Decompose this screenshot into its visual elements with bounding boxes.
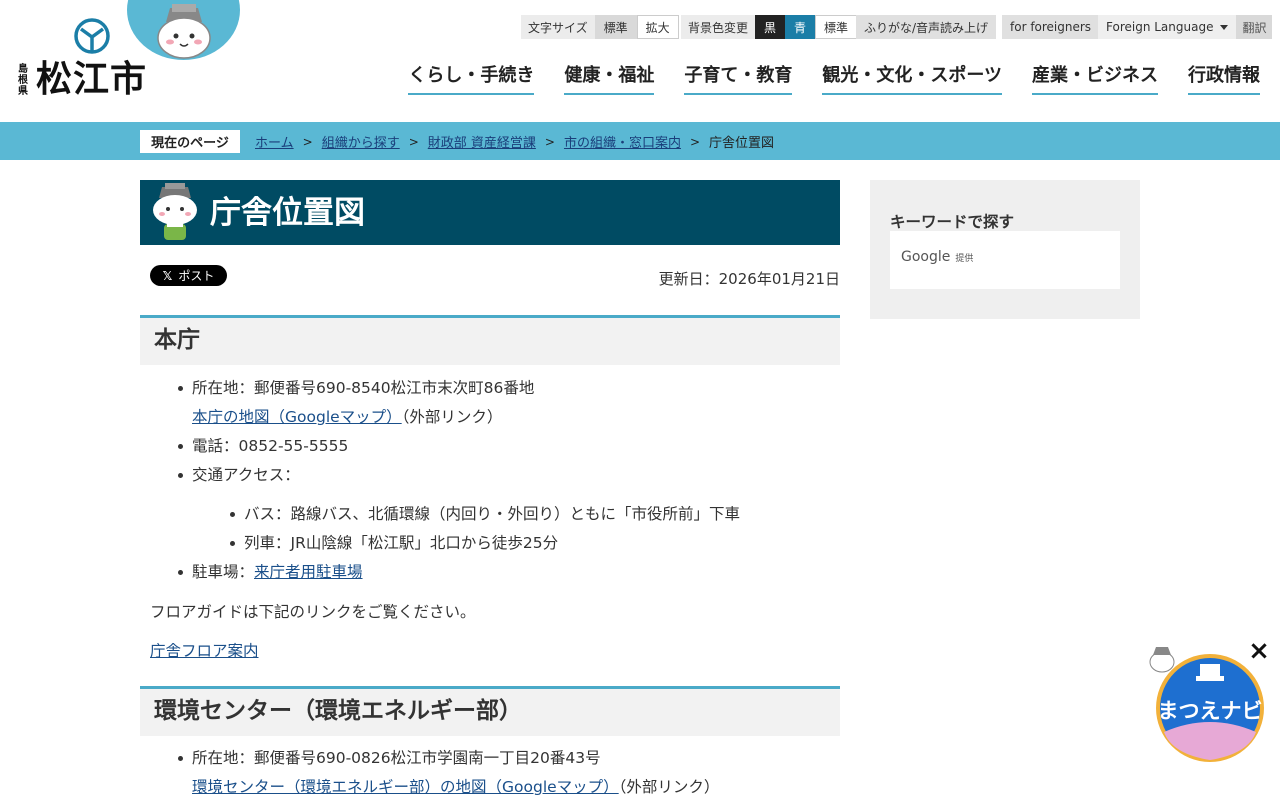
translate-label: 翻訳: [1236, 15, 1273, 39]
environment-center-info-list: 所在地：郵便番号690-0826松江市学園南一丁目20番43号 環境センター（環…: [177, 744, 720, 800]
section-heading-environment-center: 環境センター（環境エネルギー部）: [140, 686, 840, 736]
foreigners-button[interactable]: for foreigners: [1002, 15, 1100, 39]
foreign-language-text: Foreign Language: [1106, 20, 1214, 34]
bg-color-black[interactable]: 黒: [755, 15, 786, 39]
x-post-button[interactable]: 𝕏 ポスト: [150, 265, 227, 286]
nav-item-administration[interactable]: 行政情報: [1188, 64, 1260, 95]
x-post-label: ポスト: [178, 269, 215, 283]
parking-link[interactable]: 来庁者用駐車場: [254, 563, 363, 581]
breadcrumb-department[interactable]: 財政部 資産経営課: [428, 132, 536, 151]
list-item: 所在地：郵便番号690-0826松江市学園南一丁目20番43号 環境センター（環…: [177, 744, 720, 800]
matsue-navi-button[interactable]: まつえナビ: [1144, 642, 1274, 772]
site-header: 島根県 松江市 文字サイズ 標準 拡大 背景色変更 黒 青 標準 ふりがな/音声…: [0, 0, 1280, 122]
furigana-button[interactable]: ふりがな/音声読み上げ: [856, 15, 997, 39]
updated-date: 更新日：2026年01月21日: [658, 270, 840, 288]
main-office-info-list: 所在地：郵便番号690-8540松江市末次町86番地 本庁の地図（Googleマ…: [177, 374, 740, 587]
text-size-control: 文字サイズ 標準 拡大: [521, 15, 679, 39]
nav-item-living[interactable]: くらし・手続き: [408, 64, 535, 95]
environment-center-address: 所在地：郵便番号690-0826松江市学園南一丁目20番43号: [192, 749, 601, 767]
breadcrumb: 現在のページ ホーム > 組織から探す > 財政部 資産経営課 > 市の組織・窓…: [0, 122, 1280, 160]
google-branding: Google 提供: [901, 249, 973, 265]
bg-color-control: 背景色変更 黒 青 標準: [681, 15, 858, 39]
breadcrumb-offices[interactable]: 市の組織・窓口案内: [564, 132, 681, 151]
prefecture-label: 島根県: [18, 64, 28, 97]
main-office-phone: 電話：0852-55-5555: [192, 437, 349, 455]
global-nav: くらし・手続き 健康・福祉 子育て・教育 観光・文化・スポーツ 産業・ビジネス …: [378, 64, 1260, 95]
matsue-navi-label: まつえナビ: [1158, 699, 1263, 723]
breadcrumb-current-label: 現在のページ: [140, 130, 240, 153]
list-item: バス：路線バス、北循環線（内回り・外回り）ともに「市役所前」下車: [229, 500, 740, 529]
furigana-button-wrap: ふりがな/音声読み上げ: [856, 15, 997, 39]
text-size-label: 文字サイズ: [521, 15, 595, 39]
breadcrumb-current-page: 庁舎位置図: [709, 136, 775, 151]
bg-color-standard[interactable]: 標準: [815, 15, 858, 39]
keyword-search-title: キーワードで探す: [890, 213, 1015, 231]
keyword-search-panel: キーワードで探す Google 提供: [870, 180, 1140, 319]
city-crest-icon: [74, 18, 110, 54]
list-item: 駐車場：来庁者用駐車場: [177, 558, 740, 587]
page-title-bar: 庁舎位置図: [140, 180, 840, 245]
foreign-language-select[interactable]: Foreign Language 翻訳: [1098, 15, 1273, 39]
matsue-navi-badge-icon: まつえナビ: [1149, 647, 1264, 762]
chevron-right-icon: >: [544, 134, 555, 149]
city-name: 松江市: [36, 59, 148, 100]
external-link-note: （外部リンク）: [401, 408, 503, 426]
section-heading-main-office: 本庁: [140, 315, 840, 365]
text-size-standard[interactable]: 標準: [594, 15, 637, 39]
search-input[interactable]: Google 提供: [890, 231, 1120, 289]
access-list: バス：路線バス、北循環線（内回り・外回り）ともに「市役所前」下車 列車：JR山陰…: [229, 500, 740, 558]
page-title: 庁舎位置図: [210, 195, 365, 231]
mascot-icon: [157, 4, 211, 59]
access-label: 交通アクセス：: [192, 466, 300, 484]
floor-guide-link[interactable]: 庁舎フロア案内: [150, 642, 259, 660]
main-content: 庁舎位置図 𝕏 ポスト 更新日：2026年01月21日 本庁 所在地：郵便番号6…: [140, 180, 840, 796]
google-logo-text: Google: [901, 249, 951, 265]
nav-item-business[interactable]: 産業・ビジネス: [1032, 64, 1158, 95]
list-item: 所在地：郵便番号690-8540松江市末次町86番地 本庁の地図（Googleマ…: [177, 374, 740, 432]
mascot-icon: [153, 183, 197, 240]
city-logo[interactable]: 島根県 松江市: [18, 14, 148, 102]
breadcrumb-organization[interactable]: 組織から探す: [322, 132, 400, 151]
list-item: 列車：JR山陰線「松江駅」北口から徒歩25分: [229, 529, 740, 558]
google-provided-text: 提供: [955, 254, 974, 264]
text-size-large[interactable]: 拡大: [636, 15, 679, 39]
breadcrumb-home[interactable]: ホーム: [255, 132, 294, 151]
list-item: 電話：0852-55-5555: [177, 432, 740, 461]
list-item: 交通アクセス： バス：路線バス、北循環線（内回り・外回り）ともに「市役所前」下車…: [177, 461, 740, 558]
main-office-address: 所在地：郵便番号690-8540松江市末次町86番地: [192, 379, 535, 397]
parking-label: 駐車場：: [192, 563, 255, 581]
foreign-language-label[interactable]: Foreign Language: [1098, 15, 1237, 39]
nav-item-health[interactable]: 健康・福祉: [564, 64, 655, 95]
chevron-right-icon: >: [689, 134, 701, 149]
bg-color-label: 背景色変更: [681, 15, 756, 39]
chevron-right-icon: >: [302, 134, 313, 149]
chevron-down-icon: [1220, 24, 1229, 30]
main-office-map-link[interactable]: 本庁の地図（Googleマップ）: [192, 408, 402, 426]
environment-center-map-link[interactable]: 環境センター（環境エネルギー部）の地図（Googleマップ）: [192, 778, 619, 796]
chevron-right-icon: >: [408, 134, 419, 149]
floor-guide-paragraph: 庁舎フロア案内: [150, 639, 259, 661]
nav-item-childcare[interactable]: 子育て・教育: [684, 64, 793, 95]
nav-item-tourism[interactable]: 観光・文化・スポーツ: [822, 64, 1002, 95]
external-link-note: （外部リンク）: [618, 778, 720, 796]
x-logo-icon: 𝕏: [162, 268, 173, 283]
floor-guide-text: フロアガイドは下記のリンクをご覧ください。: [150, 603, 476, 621]
foreigners-button-wrap: for foreigners: [1002, 15, 1100, 39]
breadcrumb-trail: ホーム > 組織から探す > 財政部 資産経営課 > 市の組織・窓口案内 > 庁…: [255, 132, 775, 152]
bg-color-blue[interactable]: 青: [785, 15, 816, 39]
